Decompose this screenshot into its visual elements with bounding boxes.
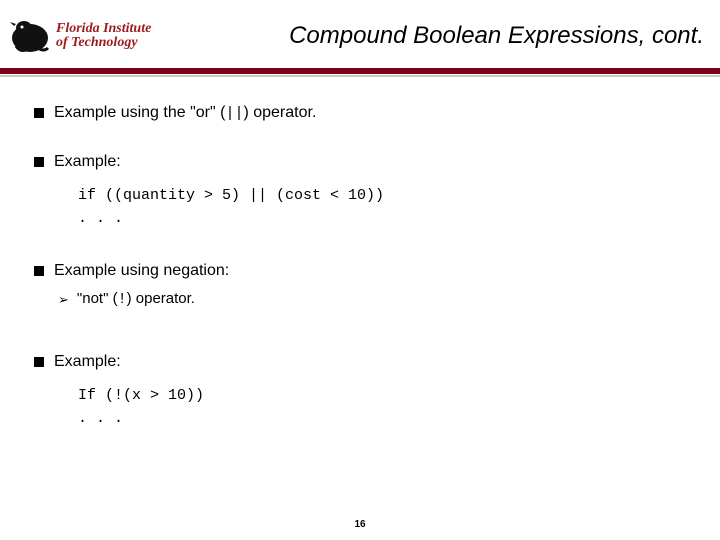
square-bullet-icon — [34, 108, 44, 118]
logo-line-1: Florida Institute — [56, 22, 151, 36]
arrow-bullet-icon: ➢ — [58, 292, 69, 308]
bullet-example-1: Example: — [34, 152, 690, 173]
bullet-text: Example using the "or" (||) operator. — [54, 103, 316, 124]
slide-title: Compound Boolean Expressions, cont. — [151, 22, 706, 50]
square-bullet-icon — [34, 266, 44, 276]
bullet-or-operator: Example using the "or" (||) operator. — [34, 103, 690, 124]
code-line-1: if ((quantity > 5) || (cost < 10)) — [78, 187, 690, 204]
text-fragment: ) operator. — [127, 290, 195, 307]
text-fragment: Example using the "or" ( — [54, 104, 225, 121]
sub-bullet-text: "not" (!) operator. — [77, 289, 195, 310]
bullet-negation: Example using negation: — [34, 261, 690, 282]
code-line-2: If (!(x > 10)) — [78, 387, 690, 404]
bullet-text: Example: — [54, 152, 121, 173]
slide-header: Florida Institute of Technology Compound… — [0, 0, 720, 68]
bullet-example-2: Example: — [34, 352, 690, 373]
sub-bullet-not: ➢ "not" (!) operator. — [58, 289, 690, 310]
code-inline: || — [225, 105, 243, 122]
text-fragment: "not" ( — [77, 290, 118, 307]
square-bullet-icon — [34, 157, 44, 167]
page-number: 16 — [0, 519, 720, 530]
square-bullet-icon — [34, 357, 44, 367]
logo-text: Florida Institute of Technology — [56, 22, 151, 50]
slide-content: Example using the "or" (||) operator. Ex… — [0, 77, 720, 427]
header-rule-dark — [0, 68, 720, 74]
logo: Florida Institute of Technology — [8, 16, 151, 56]
bullet-text: Example using negation: — [54, 261, 229, 282]
panther-icon — [8, 16, 52, 56]
bullet-text: Example: — [54, 352, 121, 373]
code-ellipsis-2: . . . — [78, 410, 690, 427]
code-ellipsis-1: . . . — [78, 210, 690, 227]
logo-line-2: of Technology — [56, 36, 151, 50]
text-fragment: ) operator. — [243, 104, 316, 121]
code-inline: ! — [118, 291, 127, 308]
